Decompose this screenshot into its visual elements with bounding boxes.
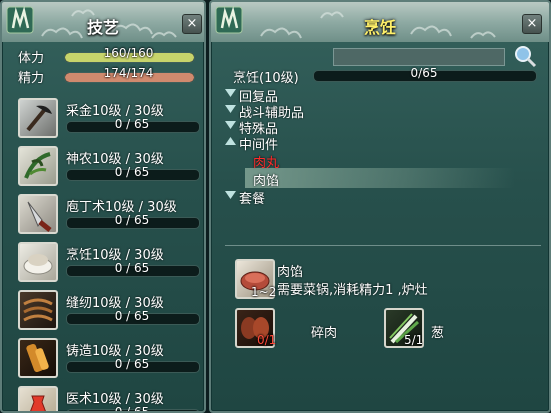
skills-title: 技艺 (86, 18, 119, 37)
material-count: 5/1 (404, 333, 424, 347)
recipe-name: 肉馅 (277, 265, 304, 280)
skills-panel: 技艺 × 体力 160/160 精力 174/174 采金10级 / 30级 0… (0, 0, 206, 413)
energy-value: 174/174 (103, 66, 154, 80)
cooking-bowl-icon (18, 242, 58, 282)
casting-icon (18, 338, 58, 378)
skill-row-medicine[interactable]: 医术10级 / 30级 0 / 65 (16, 384, 204, 413)
cooking-progress: 0/65 (410, 66, 438, 80)
cooking-titlebar[interactable]: 烹饪 × (211, 2, 549, 42)
material-name: 葱 (431, 326, 445, 341)
recipe-item-meat-filling[interactable]: 肉馅 (253, 170, 279, 189)
skill-row-mining[interactable]: 采金10级 / 30级 0 / 65 (16, 96, 204, 142)
material-name: 碎肉 (311, 326, 338, 341)
material-count: 0/1 (257, 333, 277, 347)
skill-row-casting[interactable]: 铸造10级 / 30级 0 / 65 (16, 336, 204, 382)
expand-triangle-icon (225, 121, 236, 129)
close-button[interactable]: × (522, 14, 542, 34)
stamina-value: 160/160 (103, 46, 154, 60)
skill-row-cooking[interactable]: 烹饪10级 / 30级 0 / 65 (16, 240, 204, 286)
skill-progress: 0 / 65 (114, 213, 150, 227)
cooking-level-label: 烹饪(10级) (233, 71, 299, 86)
skill-progress: 0 / 65 (114, 357, 150, 371)
pickaxe-icon (18, 98, 58, 138)
skill-row-butchery[interactable]: 庖丁术10级 / 30级 0 / 65 (16, 192, 204, 238)
knife-icon (18, 194, 58, 234)
skill-row-herbalism[interactable]: 神农10级 / 30级 0 / 65 (16, 144, 204, 190)
recipe-search-input[interactable] (333, 48, 505, 66)
medicine-icon (18, 386, 58, 411)
category-label: 中间件 (239, 138, 279, 153)
cooking-panel: 烹饪 × 烹饪(10级) 0/65 回复品 战斗辅助品 特殊品 中间件 肉丸 肉… (209, 0, 551, 413)
divider (225, 245, 541, 246)
skill-progress: 0 / 65 (114, 309, 150, 323)
skills-titlebar[interactable]: 技艺 × (2, 2, 204, 42)
skill-progress: 0 / 65 (114, 117, 150, 131)
herb-icon (18, 146, 58, 186)
skill-progress: 0 / 65 (114, 165, 150, 179)
category-label: 套餐 (239, 192, 266, 207)
category-set-meal[interactable]: 套餐 (225, 188, 266, 207)
stamina-label: 体力 (18, 51, 45, 66)
energy-label: 精力 (18, 71, 45, 86)
expand-triangle-icon (225, 105, 236, 113)
expand-triangle-icon (225, 191, 236, 199)
cooking-title: 烹饪 (363, 18, 396, 37)
close-button[interactable]: × (182, 14, 202, 34)
expand-triangle-icon (225, 89, 236, 97)
recipe-requirement: 需要菜锅,消耗精力1 ,炉灶 (277, 283, 428, 298)
collapse-triangle-icon (225, 137, 236, 145)
sewing-icon (18, 290, 58, 330)
selected-row-highlight (245, 168, 515, 188)
skill-progress: 0 / 65 (114, 405, 150, 413)
skill-progress: 0 / 65 (114, 261, 150, 275)
skill-row-sewing[interactable]: 缝纫10级 / 30级 0 / 65 (16, 288, 204, 334)
search-icon[interactable] (513, 44, 537, 68)
output-count: 1~2 (251, 285, 277, 299)
category-intermediate[interactable]: 中间件 (225, 134, 279, 153)
